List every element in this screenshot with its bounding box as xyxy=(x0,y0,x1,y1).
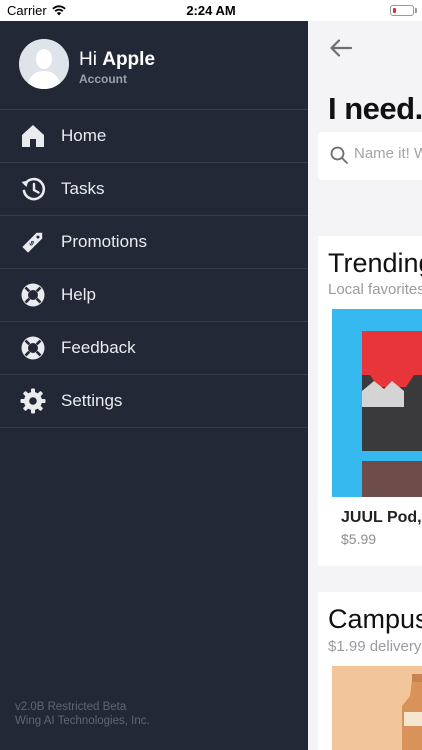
bottle-image xyxy=(332,666,422,750)
version-line: v2.0B Restricted Beta xyxy=(15,701,127,713)
lifebuoy-icon xyxy=(21,336,45,360)
avatar[interactable] xyxy=(19,39,69,89)
battery-tip xyxy=(415,8,417,13)
section-title: Trending xyxy=(328,248,422,278)
menu-item-home[interactable]: Home xyxy=(0,110,308,163)
person-icon xyxy=(19,39,69,89)
section-subtitle: $1.99 delivery xyxy=(328,638,422,655)
menu-label: Help xyxy=(61,285,96,304)
search-input[interactable] xyxy=(354,145,422,162)
menu-label: Settings xyxy=(61,391,123,410)
battery-icon xyxy=(390,5,414,16)
menu-item-feedback[interactable]: Feedback xyxy=(0,322,308,375)
version-info: v2.0B Restricted Beta Wing AI Technologi… xyxy=(15,700,150,728)
battery-level xyxy=(392,7,397,13)
search-icon xyxy=(330,146,348,164)
menu-label: Home xyxy=(61,126,107,145)
menu-item-settings[interactable]: Settings xyxy=(0,375,308,428)
company-line: Wing AI Technologies, Inc. xyxy=(15,715,150,727)
back-arrow-icon[interactable] xyxy=(330,39,352,57)
trending-section: Trending Local favorites JUUL Pod, $5.99 xyxy=(318,236,422,566)
menu-item-promotions[interactable]: $ Promotions xyxy=(0,216,308,269)
greeting: Hi Apple xyxy=(79,49,155,71)
menu-item-tasks[interactable]: Tasks xyxy=(0,163,308,216)
history-icon xyxy=(21,177,46,201)
product-card[interactable]: JUUL Pod, $5.99 xyxy=(332,309,422,557)
pod-image xyxy=(332,309,422,497)
price-tag-icon: $ xyxy=(22,232,43,253)
menu-label: Promotions xyxy=(61,232,147,251)
section-subtitle: Local favorites xyxy=(328,281,422,298)
page-title: I need... xyxy=(328,91,422,126)
lifebuoy-icon xyxy=(21,283,45,307)
home-icon xyxy=(22,125,44,147)
product-card[interactable] xyxy=(332,666,422,750)
product-name: JUUL Pod, xyxy=(341,509,422,526)
side-drawer: Hi Apple Account Home Tasks $ Promotions… xyxy=(0,21,308,750)
search-box[interactable] xyxy=(318,132,422,180)
account-link[interactable]: Account xyxy=(79,72,127,86)
clock: 2:24 AM xyxy=(186,3,236,18)
campus-section: Campus $1.99 delivery xyxy=(318,592,422,750)
section-title: Campus xyxy=(328,604,422,634)
user-name: Apple xyxy=(102,49,156,70)
menu-label: Tasks xyxy=(61,179,105,198)
product-price: $5.99 xyxy=(341,531,377,547)
main-page: I need... Trending Local favorites JUUL … xyxy=(308,21,422,750)
menu-item-help[interactable]: Help xyxy=(0,269,308,322)
product-image xyxy=(332,309,422,497)
drawer-menu: Home Tasks $ Promotions Help Feedback Se… xyxy=(0,109,308,428)
greeting-prefix: Hi xyxy=(79,49,97,70)
gear-icon xyxy=(20,388,46,414)
profile-header[interactable]: Hi Apple Account xyxy=(0,21,308,109)
status-bar: Carrier 2:24 AM xyxy=(0,0,422,21)
menu-label: Feedback xyxy=(61,338,136,357)
